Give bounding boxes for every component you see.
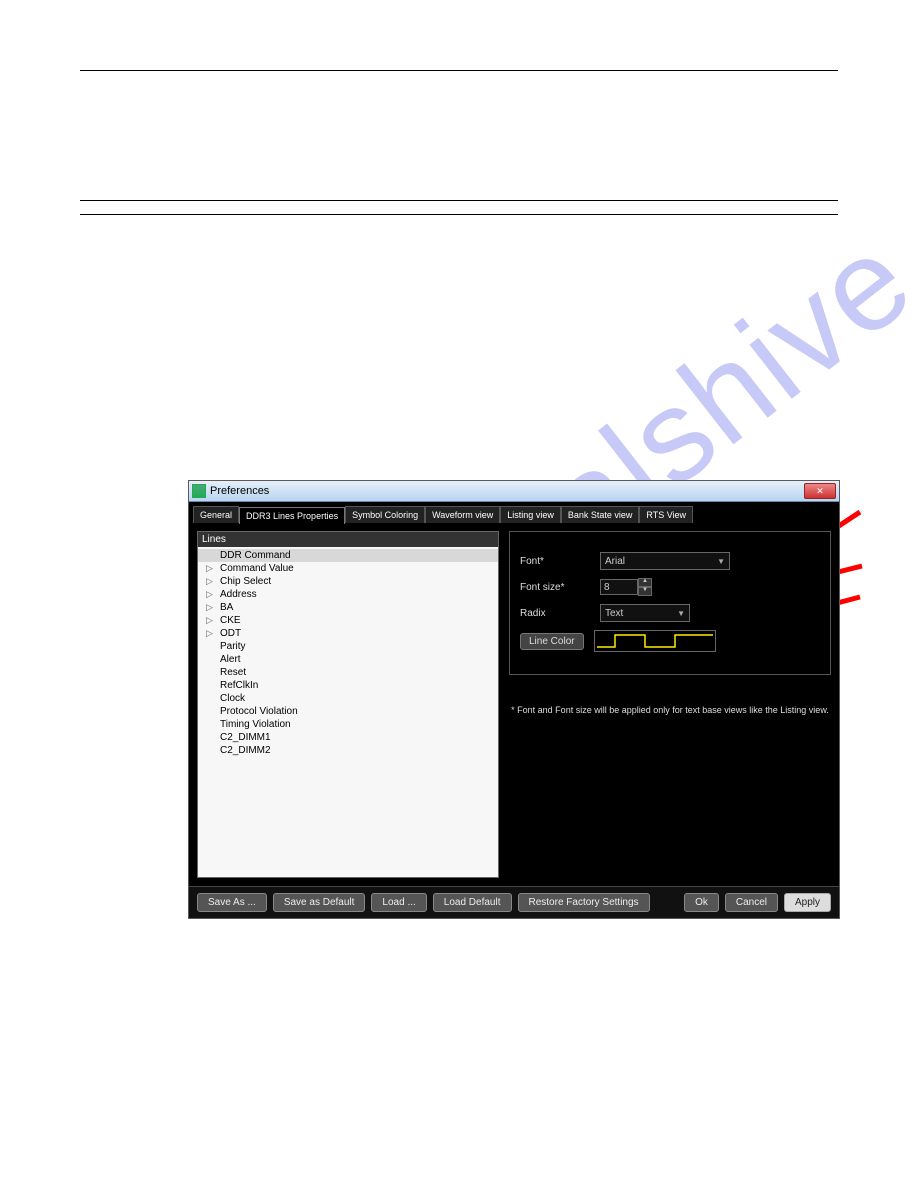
page: { "watermark": "manualshive.com", "dialo… xyxy=(0,0,918,1188)
line-item[interactable]: RefClkIn xyxy=(198,679,498,692)
line-item[interactable]: Parity xyxy=(198,640,498,653)
font-row: Font* Arial ▼ xyxy=(520,552,820,570)
footer-left-group: Save As ... Save as Default Load ... Loa… xyxy=(197,893,650,912)
tab-symbol-coloring[interactable]: Symbol Coloring xyxy=(345,506,425,523)
line-color-button[interactable]: Line Color xyxy=(520,633,584,650)
save-as-button[interactable]: Save As ... xyxy=(197,893,267,912)
lines-header: Lines xyxy=(198,532,498,547)
properties-pane: Font* Arial ▼ Font size* 8 ▲ ▼ xyxy=(509,531,831,878)
preferences-dialog: Preferences General DDR3 Lines Propertie… xyxy=(188,480,840,919)
line-color-preview xyxy=(594,630,716,652)
save-as-default-button[interactable]: Save as Default xyxy=(273,893,366,912)
spinner-up-icon[interactable]: ▲ xyxy=(638,578,652,587)
line-item[interactable]: Timing Violation xyxy=(198,718,498,731)
dialog-body: Lines DDR Command Command Value Chip Sel… xyxy=(189,523,839,886)
font-combo[interactable]: Arial ▼ xyxy=(600,552,730,570)
line-item[interactable]: BA xyxy=(198,601,498,614)
titlebar-left: Preferences xyxy=(192,484,269,498)
app-icon xyxy=(192,484,206,498)
radix-combo[interactable]: Text ▼ xyxy=(600,604,690,622)
linecolor-row: Line Color xyxy=(520,630,820,652)
font-value: Arial xyxy=(605,556,625,567)
load-button[interactable]: Load ... xyxy=(371,893,426,912)
titlebar: Preferences xyxy=(189,481,839,502)
line-item[interactable]: Alert xyxy=(198,653,498,666)
line-item[interactable]: Address xyxy=(198,588,498,601)
horizontal-rule xyxy=(80,200,838,201)
ok-button[interactable]: Ok xyxy=(684,893,719,912)
line-item[interactable]: DDR Command xyxy=(198,549,498,562)
lines-list: DDR Command Command Value Chip Select Ad… xyxy=(198,547,498,759)
chevron-down-icon: ▼ xyxy=(717,557,725,566)
line-item[interactable]: Chip Select xyxy=(198,575,498,588)
cancel-button[interactable]: Cancel xyxy=(725,893,778,912)
fontsize-label: Font size* xyxy=(520,582,590,593)
horizontal-rule xyxy=(80,70,838,71)
tab-bank-state-view[interactable]: Bank State view xyxy=(561,506,640,523)
spinner-down-icon[interactable]: ▼ xyxy=(638,587,652,596)
apply-button[interactable]: Apply xyxy=(784,893,831,912)
tab-ddr3-lines-properties[interactable]: DDR3 Lines Properties xyxy=(239,507,345,524)
properties-group: Font* Arial ▼ Font size* 8 ▲ ▼ xyxy=(509,531,831,675)
tab-waveform-view[interactable]: Waveform view xyxy=(425,506,500,523)
tab-rts-view[interactable]: RTS View xyxy=(639,506,693,523)
line-item[interactable]: Command Value xyxy=(198,562,498,575)
radix-label: Radix xyxy=(520,608,590,619)
line-item[interactable]: Reset xyxy=(198,666,498,679)
chevron-down-icon: ▼ xyxy=(677,609,685,618)
tab-general[interactable]: General xyxy=(193,506,239,523)
line-item[interactable]: C2_DIMM2 xyxy=(198,744,498,757)
tab-listing-view[interactable]: Listing view xyxy=(500,506,561,523)
waveform-preview-icon xyxy=(595,631,715,651)
fontsize-spinner[interactable]: 8 ▲ ▼ xyxy=(600,578,652,596)
lines-tree[interactable]: Lines DDR Command Command Value Chip Sel… xyxy=(197,531,499,878)
footnote: * Font and Font size will be applied onl… xyxy=(509,705,831,715)
window-title: Preferences xyxy=(210,485,269,497)
line-item[interactable]: Clock xyxy=(198,692,498,705)
restore-factory-button[interactable]: Restore Factory Settings xyxy=(518,893,650,912)
fontsize-value: 8 xyxy=(600,579,638,595)
line-item[interactable]: ODT xyxy=(198,627,498,640)
line-item[interactable]: CKE xyxy=(198,614,498,627)
footer-right-group: Ok Cancel Apply xyxy=(684,893,831,912)
fontsize-row: Font size* 8 ▲ ▼ xyxy=(520,578,820,596)
horizontal-rule xyxy=(80,214,838,215)
font-label: Font* xyxy=(520,556,590,567)
line-item[interactable]: Protocol Violation xyxy=(198,705,498,718)
radix-value: Text xyxy=(605,608,623,619)
tabstrip: General DDR3 Lines Properties Symbol Col… xyxy=(189,502,839,523)
radix-row: Radix Text ▼ xyxy=(520,604,820,622)
dialog-footer: Save As ... Save as Default Load ... Loa… xyxy=(189,886,839,918)
load-default-button[interactable]: Load Default xyxy=(433,893,512,912)
line-item[interactable]: C2_DIMM1 xyxy=(198,731,498,744)
close-button[interactable] xyxy=(804,483,836,499)
